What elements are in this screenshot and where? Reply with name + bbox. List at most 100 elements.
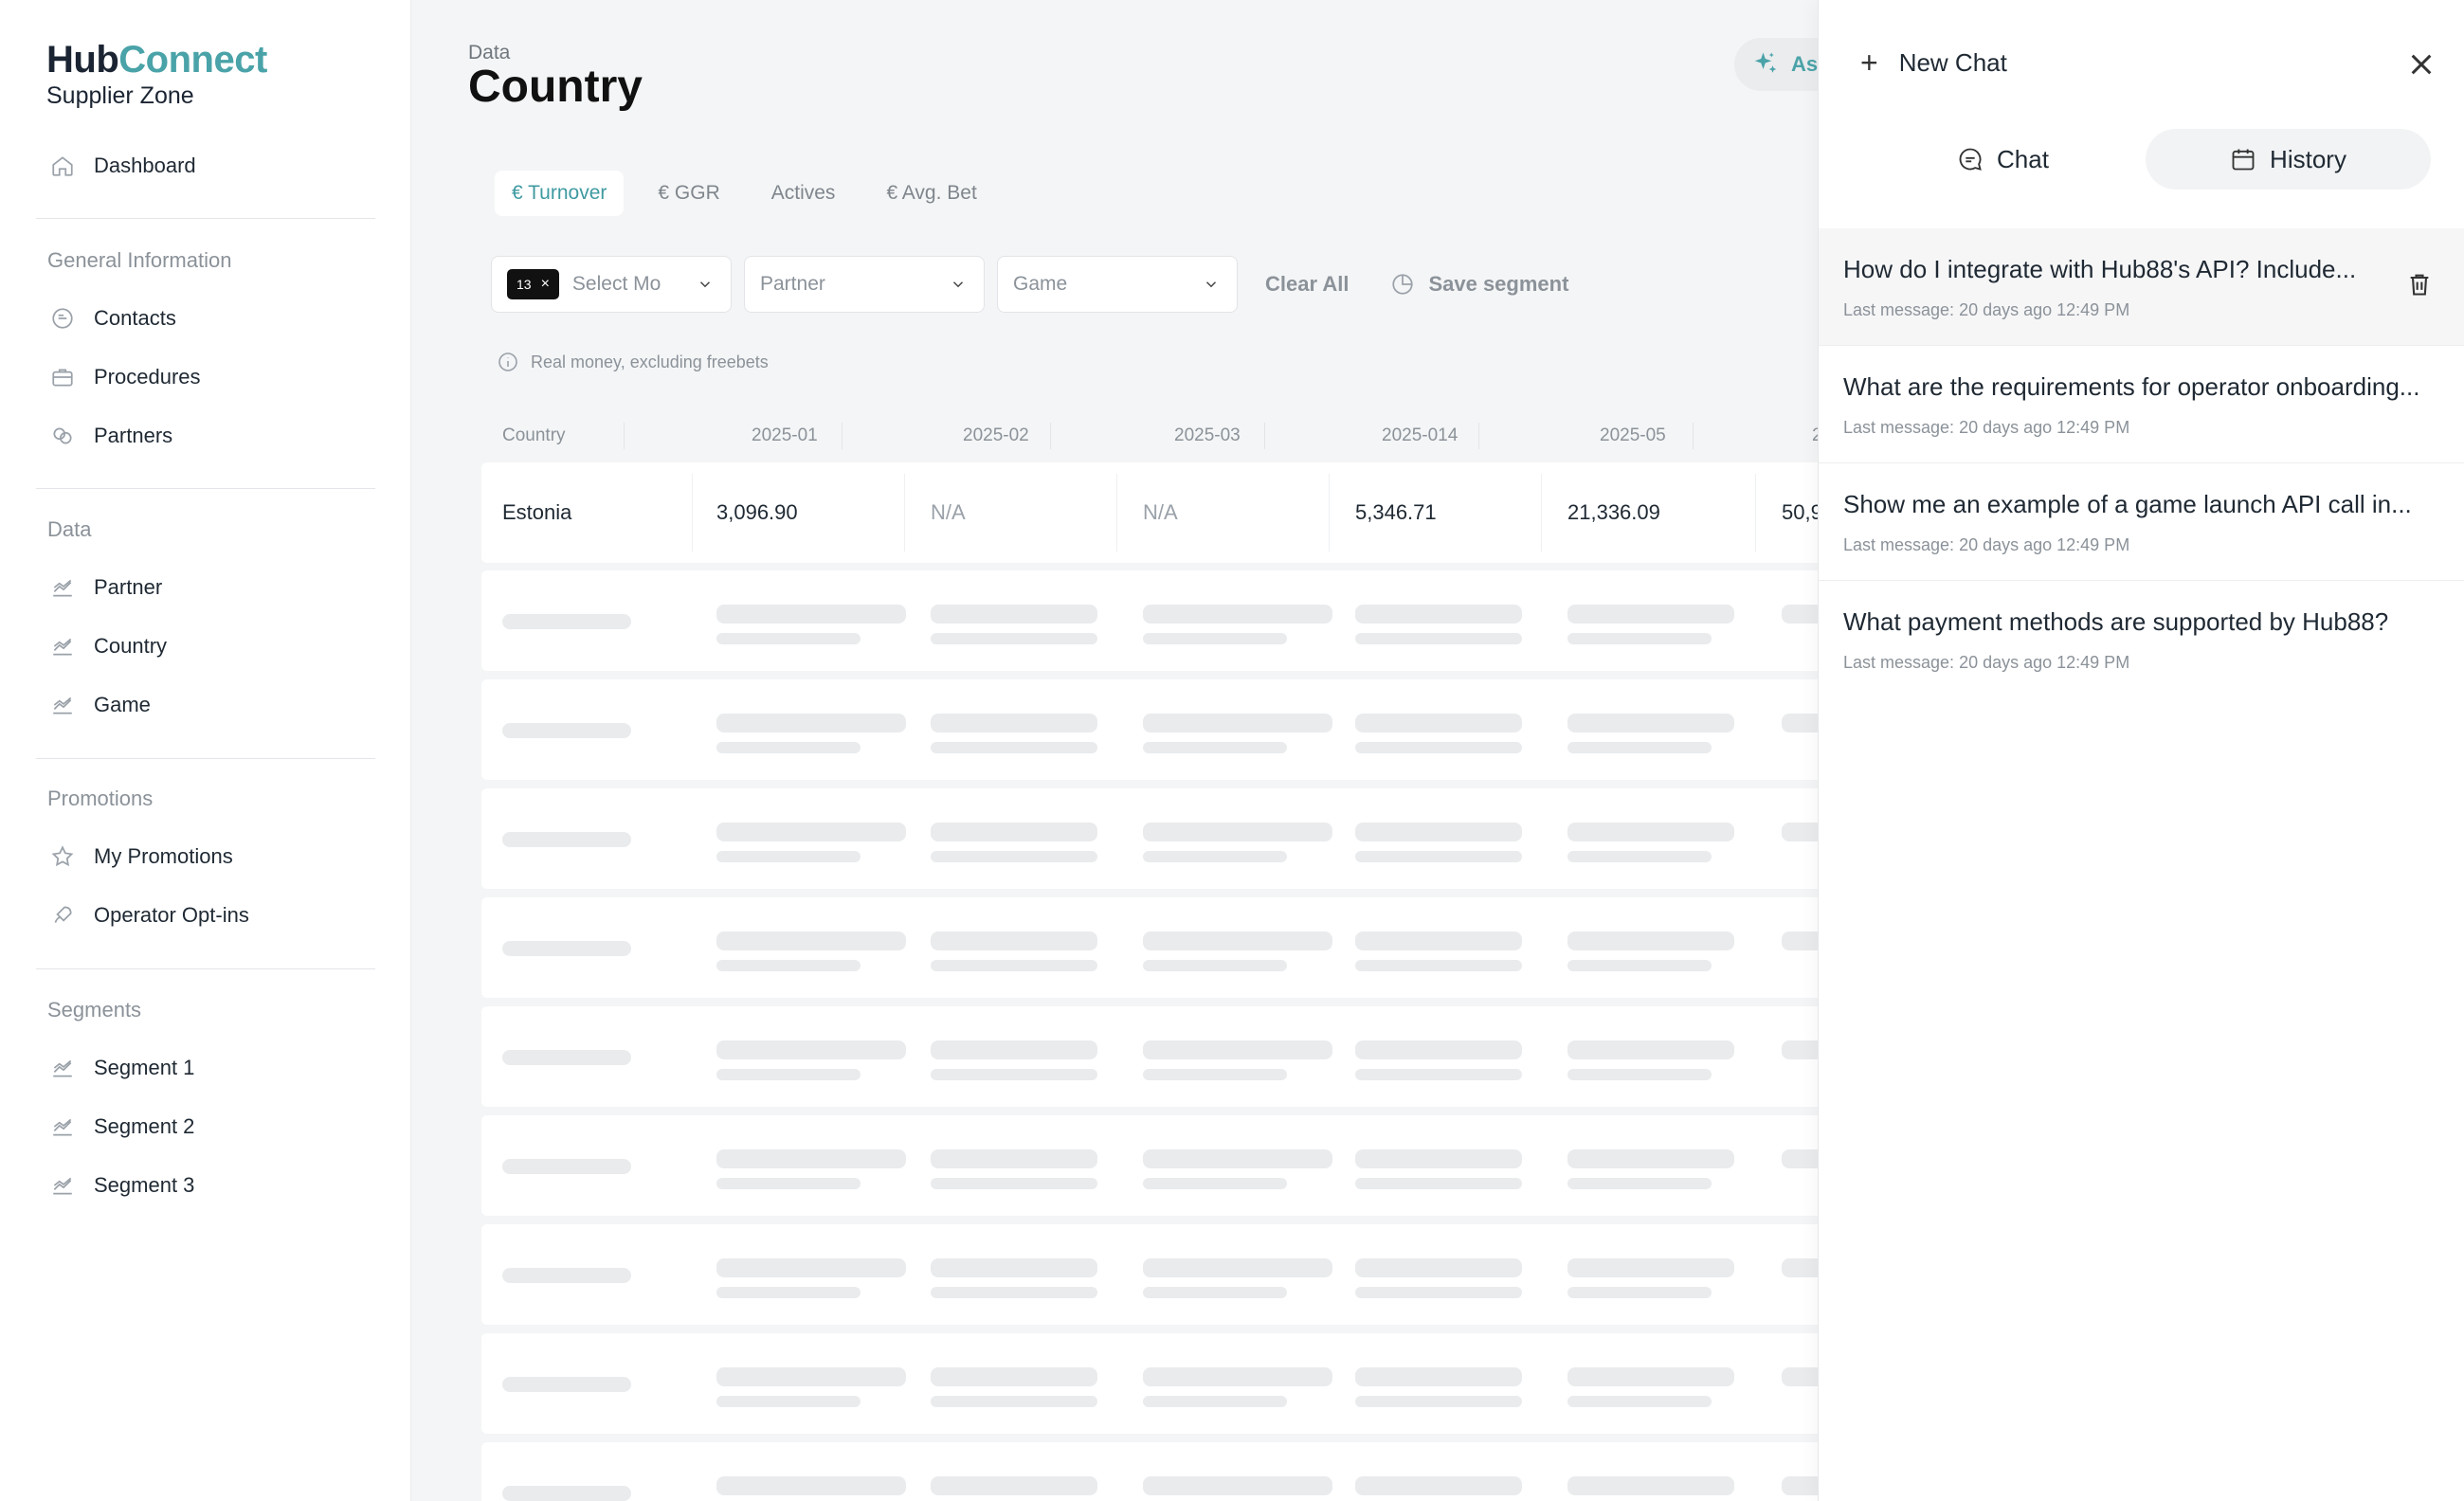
table-cell-country: Estonia xyxy=(502,500,572,524)
history-item[interactable]: How do I integrate with Hub88's API? Inc… xyxy=(1819,228,2464,346)
close-icon[interactable]: × xyxy=(541,276,550,293)
brand-logo[interactable]: HubConnect Supplier Zone xyxy=(46,38,267,110)
sidebar-item-segment-2[interactable]: Segment 2 xyxy=(49,1106,194,1148)
new-chat-button[interactable]: + New Chat xyxy=(1860,47,2007,78)
skeleton-bar xyxy=(1143,960,1287,971)
history-item[interactable]: What payment methods are supported by Hu… xyxy=(1819,581,2464,698)
skeleton-row xyxy=(481,679,1818,780)
tab-history[interactable]: History xyxy=(2146,129,2431,190)
history-item-title: What are the requirements for operator o… xyxy=(1843,372,2420,401)
chevron-down-icon xyxy=(950,276,967,293)
sidebar-item-label: Partner xyxy=(94,575,163,599)
month-count-chip[interactable]: 13 × xyxy=(507,269,559,299)
skeleton-bar xyxy=(502,1486,631,1501)
skeleton-bar xyxy=(1143,1178,1287,1189)
month-placeholder: Select Mo xyxy=(571,273,661,295)
skeleton-bar xyxy=(1567,1040,1734,1059)
sidebar-item-dashboard[interactable]: Dashboard xyxy=(49,145,196,187)
sidebar-item-label: Partners xyxy=(94,424,173,447)
cell-divider xyxy=(1541,474,1542,552)
close-panel-button[interactable] xyxy=(2406,49,2437,80)
skeleton-bar xyxy=(716,1178,861,1189)
skeleton-bar xyxy=(1782,714,1818,732)
tab-turnover[interactable]: € Turnover xyxy=(495,171,625,216)
skeleton-row xyxy=(481,897,1818,998)
sidebar-item-contacts[interactable]: Contacts xyxy=(49,298,176,339)
skeleton-bar xyxy=(1355,1287,1522,1298)
chart-icon xyxy=(49,1172,76,1199)
skeleton-bar xyxy=(1782,1367,1818,1386)
chevron-down-icon xyxy=(697,276,714,293)
skeleton-bar xyxy=(716,851,861,862)
sidebar-divider xyxy=(36,218,375,219)
skeleton-bar xyxy=(716,1069,861,1080)
skeleton-bar xyxy=(1567,714,1734,732)
column-header-2025-05[interactable]: 2025-05 xyxy=(1600,417,1666,455)
sparkle-icon xyxy=(1754,52,1777,73)
skeleton-bar xyxy=(1355,633,1522,644)
skeleton-bar xyxy=(931,1040,1097,1059)
tab-chat[interactable]: Chat xyxy=(1860,129,2146,190)
column-header-2025-03[interactable]: 2025-03 xyxy=(1174,417,1241,455)
ask-ai-label: Ask xyxy=(1791,52,1818,76)
tab-ggr[interactable]: € GGR xyxy=(641,171,736,216)
history-item[interactable]: Show me an example of a game launch API … xyxy=(1819,463,2464,581)
skeleton-bar xyxy=(1143,1149,1332,1168)
clear-all-button[interactable]: Clear All xyxy=(1265,272,1349,297)
skeleton-bar xyxy=(502,723,631,738)
skeleton-bar xyxy=(1355,931,1522,950)
column-header-2025-014[interactable]: 2025-014 xyxy=(1382,417,1458,455)
skeleton-bar xyxy=(1567,931,1734,950)
skeleton-row xyxy=(481,1442,1818,1501)
metric-tabs: € Turnover € GGR Actives € Avg. Bet xyxy=(495,171,1011,216)
sidebar-divider xyxy=(36,488,375,489)
skeleton-bar xyxy=(1567,1287,1712,1298)
column-header-country[interactable]: Country xyxy=(502,417,566,455)
tab-actives[interactable]: Actives xyxy=(754,171,853,216)
column-header-2025-02[interactable]: 2025-02 xyxy=(963,417,1029,455)
sidebar-item-partner[interactable]: Partner xyxy=(49,567,162,608)
partner-select[interactable]: Partner xyxy=(744,256,985,313)
skeleton-bar xyxy=(1143,742,1287,753)
sidebar-item-operator-opt-ins[interactable]: Operator Opt-ins xyxy=(49,895,249,936)
skeleton-bar xyxy=(1143,1367,1332,1386)
contact-icon xyxy=(49,305,76,332)
sidebar-divider xyxy=(36,758,375,759)
sidebar-item-label: Procedures xyxy=(94,365,201,389)
skeleton-bar xyxy=(1355,1040,1522,1059)
info-note: Real money, excluding freebets xyxy=(497,351,769,373)
skeleton-bar xyxy=(1782,605,1818,624)
sidebar-item-label: Game xyxy=(94,693,151,716)
ask-ai-button[interactable]: Ask xyxy=(1734,38,1818,91)
skeleton-bar xyxy=(1143,714,1332,732)
chat-bubble-icon xyxy=(1959,148,1982,171)
column-header-2025-01[interactable]: 2025-01 xyxy=(752,417,818,455)
sidebar-item-country[interactable]: Country xyxy=(49,625,167,667)
skeleton-bar xyxy=(1355,714,1522,732)
delete-chat-button[interactable] xyxy=(2406,270,2435,300)
sidebar-item-segment-3[interactable]: Segment 3 xyxy=(49,1165,194,1206)
page-title: Country xyxy=(468,62,643,112)
skeleton-row xyxy=(481,570,1818,671)
history-item-title: What payment methods are supported by Hu… xyxy=(1843,607,2389,636)
sidebar-item-segment-1[interactable]: Segment 1 xyxy=(49,1047,194,1089)
chart-icon xyxy=(49,574,76,601)
save-segment-label: Save segment xyxy=(1428,272,1569,296)
skeleton-bar xyxy=(716,1040,906,1059)
month-count: 13 xyxy=(516,277,532,292)
history-item[interactable]: What are the requirements for operator o… xyxy=(1819,346,2464,463)
skeleton-bar xyxy=(716,714,906,732)
save-segment-button[interactable]: Save segment xyxy=(1390,272,1568,297)
skeleton-bar xyxy=(1567,1367,1734,1386)
chart-icon xyxy=(49,1113,76,1140)
sidebar-item-my-promotions[interactable]: My Promotions xyxy=(49,836,233,877)
sidebar-item-game[interactable]: Game xyxy=(49,684,151,726)
sidebar-item-partners[interactable]: Partners xyxy=(49,415,172,457)
table-row[interactable]: Estonia 3,096.90 N/A N/A 5,346.71 21,336… xyxy=(481,462,1818,563)
sidebar-item-procedures[interactable]: Procedures xyxy=(49,356,201,398)
game-select[interactable]: Game xyxy=(997,256,1238,313)
tab-avg-bet[interactable]: € Avg. Bet xyxy=(869,171,993,216)
filter-bar: 13 × Select Mo Partner Game Clear All Sav… xyxy=(491,256,1568,313)
section-title-data: Data xyxy=(47,517,92,541)
month-select[interactable]: 13 × Select Mo xyxy=(491,256,732,313)
